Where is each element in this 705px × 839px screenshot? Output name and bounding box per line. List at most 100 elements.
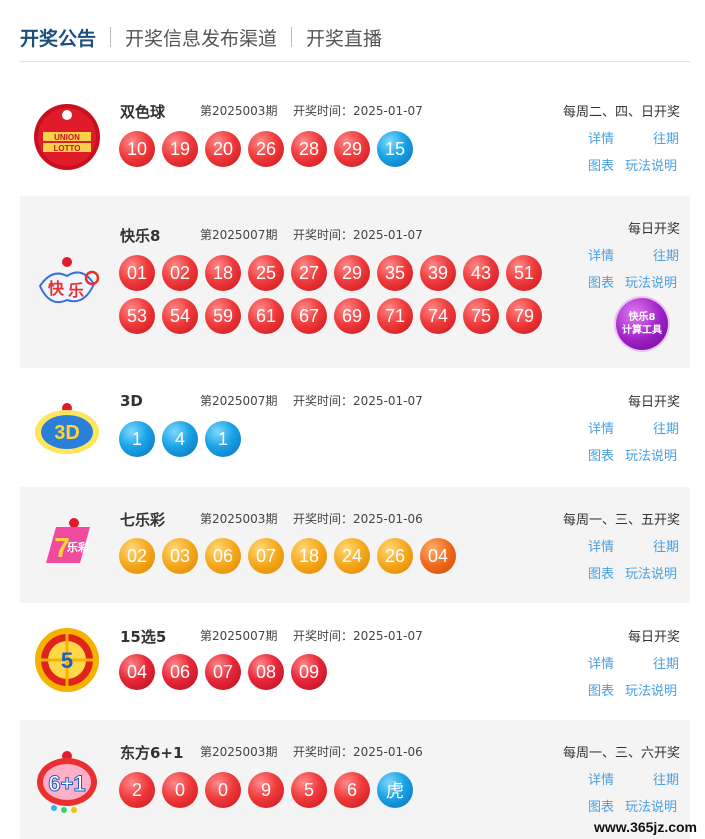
details-link[interactable]: 详情 (588, 245, 614, 264)
tab-publish-channels[interactable]: 开奖信息发布渠道 (125, 24, 277, 51)
svg-text:快: 快 (48, 279, 65, 298)
rules-link[interactable]: 玩法说明 (625, 680, 677, 699)
qlc-logo[interactable]: 7 乐彩 (32, 509, 102, 579)
header-divider (20, 61, 690, 62)
tab-live-draw[interactable]: 开奖直播 (306, 24, 382, 51)
chart-link[interactable]: 图表 (588, 272, 614, 291)
svg-text:6+1: 6+1 (48, 771, 85, 796)
red-ball: 9 (248, 772, 284, 808)
red-ball: 10 (119, 131, 155, 167)
lottery-name: 快乐8 (120, 227, 161, 245)
details-link[interactable]: 详情 (588, 418, 614, 437)
draw-schedule: 每日开奖 (627, 630, 680, 645)
history-link[interactable]: 往期 (653, 536, 679, 555)
chart-link[interactable]: 图表 (588, 155, 614, 174)
lottery-name: 东方6+1 (120, 744, 184, 762)
svg-text:LOTTO: LOTTO (54, 144, 81, 153)
details-link[interactable]: 详情 (588, 653, 614, 672)
svg-text:UNION: UNION (54, 133, 80, 142)
svg-text:3D: 3D (54, 422, 80, 444)
blue-ball: 1 (205, 421, 241, 457)
history-link[interactable]: 往期 (653, 418, 679, 437)
qlc-balls: 02 03 06 07 18 24 26 04 (119, 538, 559, 574)
lottery-draw-date: 开奖时间：2025-01-07 (293, 629, 423, 643)
basic-ball: 06 (205, 538, 241, 574)
lottery-issue: 第2025007期 (200, 394, 278, 408)
3d-logo[interactable]: 3D (32, 392, 102, 462)
lottery-draw-date: 开奖时间：2025-01-06 (293, 745, 423, 759)
lottery-issue: 第2025003期 (200, 512, 278, 526)
lottery-row-kl8: 快 乐 快乐8 第2025007期 开奖时间：2025-01-07 01 02 … (20, 196, 690, 368)
rules-link[interactable]: 玩法说明 (625, 445, 677, 464)
lottery-draw-date: 开奖时间：2025-01-07 (293, 394, 423, 408)
basic-ball: 26 (377, 538, 413, 574)
red-ball: 29 (334, 255, 370, 291)
red-ball: 67 (291, 298, 327, 334)
chart-link[interactable]: 图表 (588, 680, 614, 699)
red-ball: 08 (248, 654, 284, 690)
draw-schedule: 每日开奖 (627, 395, 680, 410)
history-link[interactable]: 往期 (653, 769, 679, 788)
df61-logo[interactable]: 6+1 (32, 746, 102, 816)
red-ball: 2 (119, 772, 155, 808)
red-ball: 54 (162, 298, 198, 334)
chart-link[interactable]: 图表 (588, 563, 614, 582)
red-ball: 35 (377, 255, 413, 291)
lottery-row-3d: 3D 3D 第2025007期 开奖时间：2025-01-07 1 4 1 每日… (20, 370, 690, 480)
draw-schedule: 每周一、三、六开奖 (562, 746, 680, 761)
red-ball: 69 (334, 298, 370, 334)
site-watermark: www.365jz.com (594, 819, 697, 835)
red-ball: 19 (162, 131, 198, 167)
3d-balls: 1 4 1 (119, 421, 559, 457)
df61-balls: 2 0 0 9 5 6 虎 (119, 772, 559, 808)
svg-text:乐: 乐 (68, 281, 84, 300)
lottery-name: 3D (120, 392, 143, 410)
rules-link[interactable]: 玩法说明 (625, 155, 677, 174)
basic-ball: 07 (248, 538, 284, 574)
red-ball: 0 (162, 772, 198, 808)
red-ball: 5 (291, 772, 327, 808)
red-ball: 26 (248, 131, 284, 167)
rules-link[interactable]: 玩法说明 (625, 796, 677, 815)
details-link[interactable]: 详情 (588, 536, 614, 555)
details-link[interactable]: 详情 (588, 128, 614, 147)
calculator-label: 快乐8 (628, 312, 656, 323)
history-link[interactable]: 往期 (653, 128, 679, 147)
red-ball: 59 (205, 298, 241, 334)
red-ball: 18 (205, 255, 241, 291)
lottery-draw-date: 开奖时间：2025-01-06 (293, 512, 423, 526)
lottery-name: 双色球 (120, 103, 166, 121)
rules-link[interactable]: 玩法说明 (625, 563, 677, 582)
chart-link[interactable]: 图表 (588, 445, 614, 464)
red-ball: 01 (119, 255, 155, 291)
rules-link[interactable]: 玩法说明 (625, 272, 677, 291)
history-link[interactable]: 往期 (653, 653, 679, 672)
svg-text:乐彩: 乐彩 (67, 540, 89, 554)
basic-ball: 24 (334, 538, 370, 574)
red-ball: 07 (205, 654, 241, 690)
lottery-issue: 第2025003期 (200, 104, 278, 118)
kl8-calculator-button[interactable]: 快乐8 计算工具 (616, 298, 668, 350)
ssq-logo[interactable]: UNION LOTTO (32, 102, 102, 172)
tab-draw-announcement[interactable]: 开奖公告 (20, 24, 96, 51)
red-ball: 39 (420, 255, 456, 291)
blue-ball: 15 (377, 131, 413, 167)
details-link[interactable]: 详情 (588, 769, 614, 788)
red-ball: 04 (119, 654, 155, 690)
tab-bar: 开奖公告 开奖信息发布渠道 开奖直播 (20, 22, 382, 52)
draw-schedule: 每日开奖 (627, 222, 680, 237)
red-ball: 0 (205, 772, 241, 808)
basic-ball: 18 (291, 538, 327, 574)
history-link[interactable]: 往期 (653, 245, 679, 264)
lottery-row-df61: 6+1 东方6+1 第2025003期 开奖时间：2025-01-06 2 0 … (20, 720, 690, 839)
blue-ball: 1 (119, 421, 155, 457)
15x5-logo[interactable]: 5 (32, 625, 102, 695)
special-ball: 04 (420, 538, 456, 574)
ssq-balls: 10 19 20 26 28 29 15 (119, 131, 559, 167)
kl8-logo[interactable]: 快 乐 (32, 248, 102, 318)
chart-link[interactable]: 图表 (588, 796, 614, 815)
red-ball: 27 (291, 255, 327, 291)
tab-divider (110, 27, 112, 47)
calculator-label: 计算工具 (622, 325, 662, 336)
red-ball: 53 (119, 298, 155, 334)
